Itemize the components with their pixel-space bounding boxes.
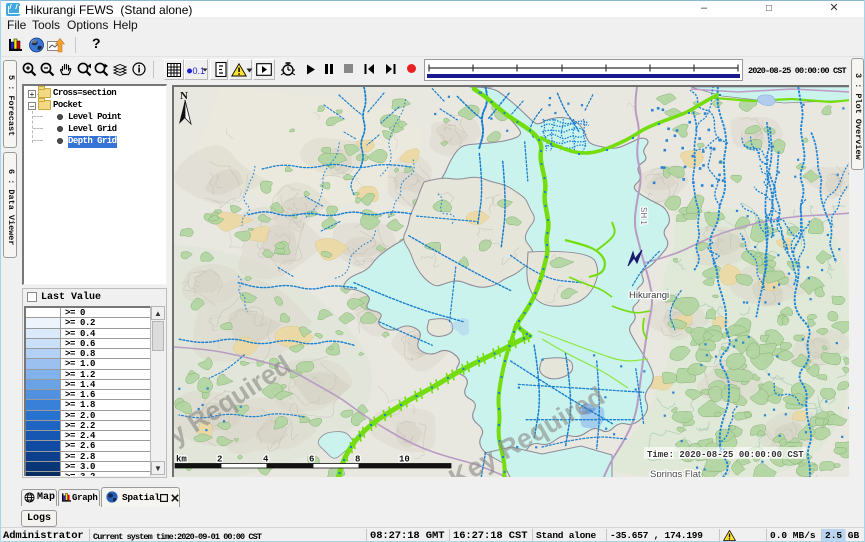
svg-text:6: 6 <box>309 455 314 465</box>
svg-text:N: N <box>180 90 188 102</box>
svg-text:4: 4 <box>263 455 269 465</box>
svg-text:Springs Flat: Springs Flat <box>650 469 701 477</box>
svg-text:Time: 2020-08-25 00:00:00 CST: Time: 2020-08-25 00:00:00 CST <box>647 450 804 460</box>
svg-text:SH 1: SH 1 <box>639 207 648 225</box>
svg-text:2: 2 <box>217 455 222 465</box>
svg-text:8: 8 <box>355 455 360 465</box>
svg-text:Hikurangi: Hikurangi <box>629 290 669 301</box>
svg-text:km: km <box>176 455 187 465</box>
svg-text:10: 10 <box>399 455 410 465</box>
